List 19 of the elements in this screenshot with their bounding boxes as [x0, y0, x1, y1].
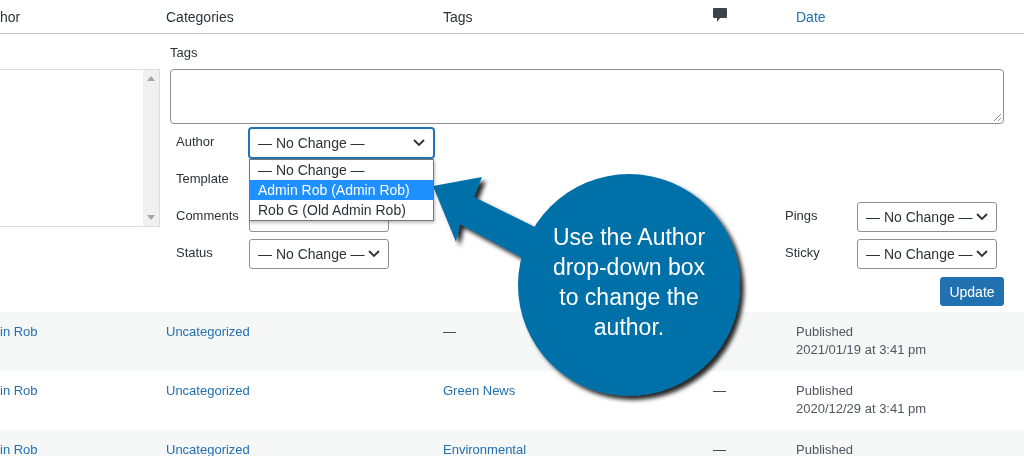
callout-text: Use the Author drop-down box to change the author.	[551, 223, 707, 342]
post-date: 2021/01/19 at 3:41 pm	[796, 342, 927, 357]
post-status: Published	[796, 324, 854, 339]
post-status: Published	[796, 442, 854, 456]
field-label: Template	[176, 170, 229, 186]
empty-dash: —	[443, 324, 456, 339]
field-label: Tags	[170, 45, 198, 61]
field-label: Author	[176, 133, 215, 149]
post-date: 2020/12/29 at 3:41 pm	[796, 401, 927, 416]
field-label: Sticky	[785, 244, 820, 260]
empty-dash: —	[713, 442, 726, 456]
field-label: Status	[176, 244, 213, 260]
column-header: Categories	[166, 8, 234, 25]
column-header: Tags	[443, 8, 473, 25]
column-header: hor	[0, 8, 21, 25]
field-label: Pings	[785, 207, 818, 223]
post-status: Published	[796, 383, 854, 398]
field-label: Comments	[176, 207, 239, 223]
empty-dash: —	[713, 383, 726, 398]
